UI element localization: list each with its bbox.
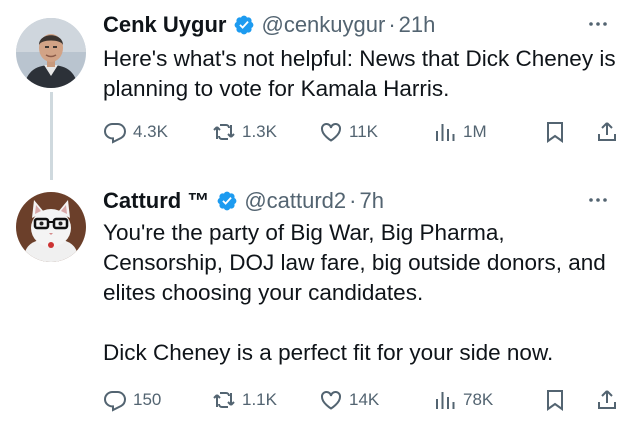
timestamp[interactable]: 7h [359, 188, 383, 214]
bookmark-icon [547, 122, 563, 143]
avatar[interactable] [16, 18, 86, 88]
retweet-icon [213, 392, 235, 408]
tweet-text: You're the party of Big War, Big Pharma,… [103, 220, 606, 365]
tweet-header: Catturd ™ @catturd2 · 7h [103, 186, 624, 216]
reply-icon [103, 391, 127, 412]
retweet-count: 1.1K [242, 390, 277, 409]
more-icon[interactable] [586, 190, 610, 210]
author-name[interactable]: Cenk Uygur [103, 12, 226, 38]
retweet-icon [213, 124, 235, 140]
retweet-count: 1.3K [242, 122, 277, 141]
retweet-button[interactable]: 1.1K [212, 388, 277, 412]
share-icon [598, 122, 616, 141]
share-button[interactable] [595, 120, 619, 144]
tweet-header: Cenk Uygur @cenkuygur · 21h [103, 10, 624, 40]
bookmark-icon [547, 390, 563, 411]
author-name[interactable]: Catturd ™ [103, 188, 209, 214]
timestamp[interactable]: 21h [399, 12, 436, 38]
tweet-actions: 150 1.1K 14K 78K [103, 385, 624, 415]
bookmark-button[interactable] [543, 120, 567, 144]
tweet-catturd[interactable]: Catturd ™ @catturd2 · 7h You're the part… [0, 180, 640, 436]
tweet-text: Here's what's not helpful: News that Dic… [103, 46, 616, 101]
verified-badge-icon [216, 190, 238, 212]
views-icon [436, 124, 455, 141]
like-count: 14K [349, 390, 380, 409]
views-count: 1M [463, 122, 487, 141]
share-button[interactable] [595, 388, 619, 412]
like-icon [321, 390, 341, 410]
like-button[interactable]: 11K [319, 120, 378, 144]
reply-button[interactable]: 150 [103, 388, 161, 412]
tweet-cenk-uygur[interactable]: Cenk Uygur @cenkuygur · 21h Here's what'… [0, 0, 640, 170]
reply-count: 150 [133, 390, 162, 409]
views-button[interactable]: 1M [433, 120, 487, 144]
tweet-actions: 4.3K 1.3K 11K 1M [103, 117, 624, 147]
reply-count: 4.3K [133, 122, 168, 141]
reply-button[interactable]: 4.3K [103, 120, 168, 144]
share-icon [598, 390, 616, 409]
like-count: 11K [349, 122, 378, 141]
author-handle[interactable]: @cenkuygur [261, 12, 385, 38]
separator-dot: · [388, 12, 396, 37]
like-button[interactable]: 14K [319, 388, 379, 412]
views-button[interactable]: 78K [433, 388, 493, 412]
reply-icon [103, 123, 127, 144]
views-icon [436, 392, 455, 409]
bookmark-button[interactable] [543, 388, 567, 412]
views-count: 78K [463, 390, 494, 409]
like-icon [321, 122, 341, 142]
author-handle[interactable]: @catturd2 [244, 188, 346, 214]
separator-dot: · [349, 188, 357, 213]
avatar[interactable] [16, 192, 86, 262]
verified-badge-icon [233, 14, 255, 36]
more-icon[interactable] [586, 14, 610, 34]
retweet-button[interactable]: 1.3K [212, 120, 277, 144]
